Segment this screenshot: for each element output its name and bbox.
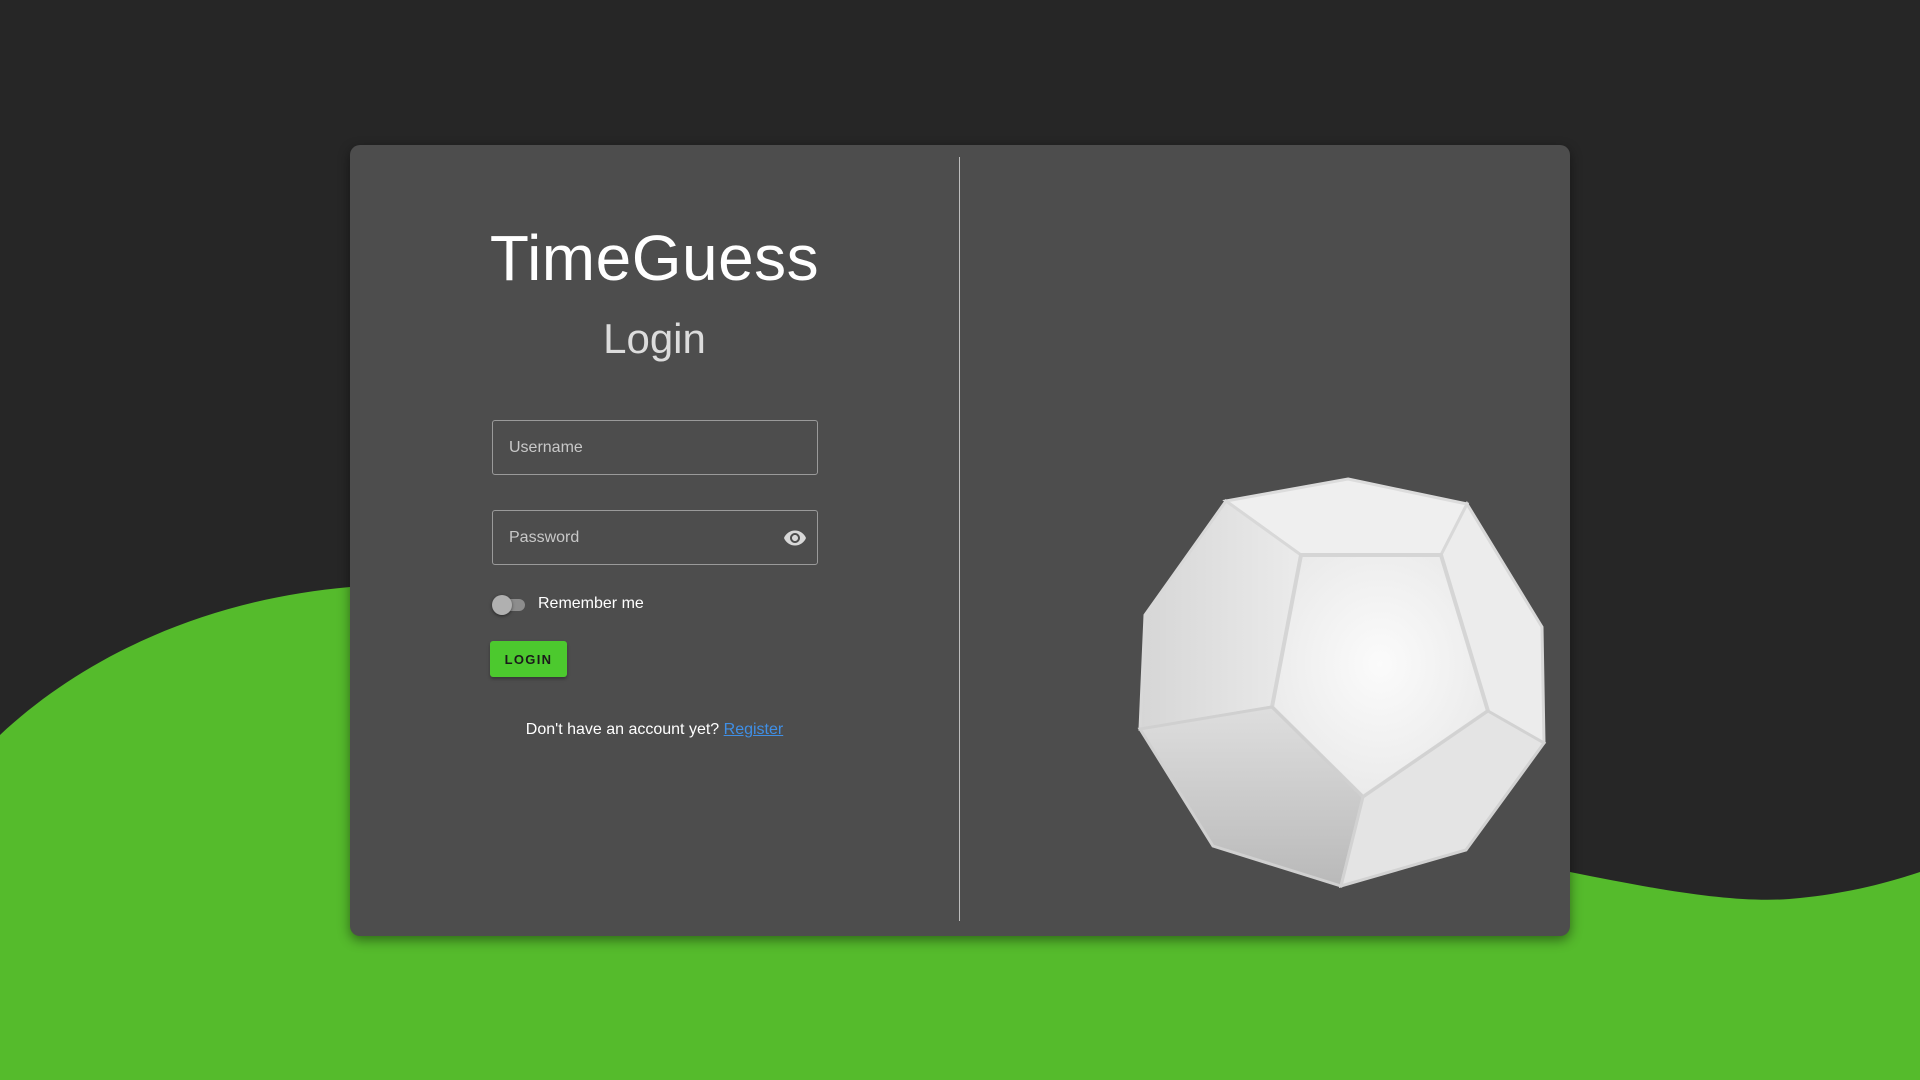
password-input[interactable] [493, 511, 817, 564]
login-button[interactable]: LOGIN [490, 641, 567, 677]
register-link[interactable]: Register [724, 721, 784, 738]
username-field[interactable] [492, 420, 818, 475]
eye-icon[interactable] [783, 526, 807, 550]
register-prompt-text: Don't have an account yet? [525, 721, 720, 738]
register-prompt-row: Don't have an account yet? Register [350, 721, 959, 739]
illustration-panel [960, 145, 1570, 936]
toggle-thumb [492, 595, 512, 615]
remember-me-label[interactable]: Remember me [538, 595, 644, 613]
login-panel: TimeGuess Login Remember me [350, 145, 959, 936]
password-field[interactable] [492, 510, 818, 565]
dodecahedron-illustration [1137, 477, 1547, 889]
login-card: TimeGuess Login Remember me [350, 145, 1570, 936]
remember-me-row: Remember me [492, 593, 644, 615]
login-page: TimeGuess Login Remember me [0, 0, 1920, 1080]
login-heading: Login [603, 315, 706, 362]
remember-me-toggle[interactable] [492, 593, 528, 615]
username-input[interactable] [493, 421, 817, 474]
app-title: TimeGuess [489, 222, 820, 294]
